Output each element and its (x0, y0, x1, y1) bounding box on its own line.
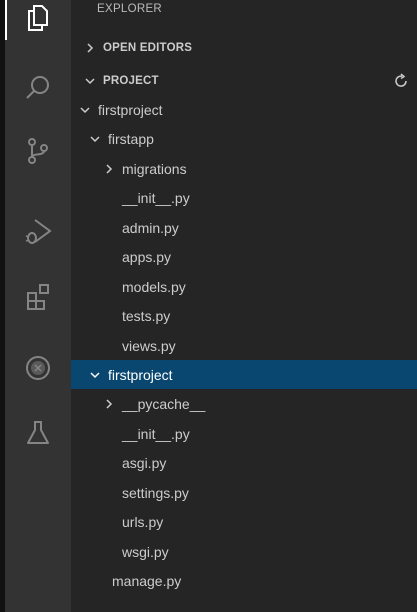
file-apps[interactable]: apps.py (71, 242, 417, 271)
file-asgi[interactable]: asgi.py (71, 448, 417, 477)
file-label: views.py (122, 337, 176, 354)
file-urls[interactable]: urls.py (71, 507, 417, 536)
file-manage[interactable]: manage.py (71, 566, 417, 595)
project-label: PROJECT (103, 74, 159, 87)
file-label: manage.py (112, 572, 182, 589)
file-admin[interactable]: admin.py (71, 213, 417, 242)
file-label: asgi.py (122, 454, 167, 471)
file-label: __init__.py (122, 189, 190, 206)
explorer-sidebar: EXPLORER OPEN EDITORS PROJECT firstproje… (71, 0, 417, 612)
file-label: wsgi.py (122, 543, 169, 560)
chevron-right-icon (102, 162, 116, 176)
file-tests[interactable]: tests.py (71, 301, 417, 330)
file-wsgi[interactable]: wsgi.py (71, 537, 417, 566)
source-control-button[interactable] (5, 129, 71, 173)
explorer-title-label: EXPLORER (97, 3, 163, 15)
folder-label: __pycache__ (122, 395, 206, 412)
folder-label: firstproject (98, 101, 163, 118)
chevron-right-icon (102, 397, 116, 411)
file-label: __init__.py (122, 425, 190, 442)
activity-bar (5, 0, 71, 612)
vscode-window: EXPLORER OPEN EDITORS PROJECT firstproje… (0, 0, 417, 612)
project-actions (385, 66, 417, 95)
file-label: tests.py (122, 307, 171, 324)
folder-pycache[interactable]: __pycache__ (71, 389, 417, 418)
folder-migrations[interactable]: migrations (71, 154, 417, 183)
file-label: apps.py (122, 248, 172, 265)
chevron-down-icon (88, 368, 102, 382)
extensions-icon (23, 282, 53, 312)
file-settings[interactable]: settings.py (71, 478, 417, 507)
file-views[interactable]: views.py (71, 331, 417, 360)
chevron-down-icon (88, 132, 102, 146)
chevron-down-icon (83, 74, 97, 88)
search-button[interactable] (5, 66, 71, 110)
chevron-right-icon (83, 41, 97, 55)
search-icon (23, 73, 53, 103)
run-debug-icon (23, 216, 53, 246)
file-label: admin.py (122, 219, 179, 236)
file-project-init[interactable]: __init__.py (71, 419, 417, 448)
remote-button[interactable] (5, 346, 71, 390)
folder-label: migrations (122, 160, 187, 177)
refresh-icon[interactable] (393, 72, 409, 89)
open-editors-section[interactable]: OPEN EDITORS (71, 33, 417, 62)
extensions-button[interactable] (5, 275, 71, 319)
folder-firstapp[interactable]: firstapp (71, 124, 417, 153)
file-label: urls.py (122, 513, 164, 530)
run-debug-button[interactable] (5, 209, 71, 253)
testing-icon (23, 418, 53, 448)
folder-firstproject-root[interactable]: firstproject (71, 95, 417, 124)
testing-button[interactable] (5, 411, 71, 455)
folder-label: firstproject (108, 366, 173, 383)
files-icon (23, 3, 53, 33)
file-label: models.py (122, 278, 186, 295)
file-label: settings.py (122, 484, 189, 501)
project-section[interactable]: PROJECT (71, 66, 417, 95)
open-editors-label: OPEN EDITORS (103, 41, 193, 54)
explorer-button[interactable] (5, 0, 71, 40)
folder-firstproject-inner[interactable]: firstproject (71, 360, 417, 389)
file-models[interactable]: models.py (71, 272, 417, 301)
remote-icon (23, 353, 53, 383)
file-firstapp-init[interactable]: __init__.py (71, 183, 417, 212)
explorer-title: EXPLORER (71, 0, 417, 22)
folder-label: firstapp (108, 130, 154, 147)
chevron-down-icon (78, 103, 92, 117)
source-control-icon (23, 136, 53, 166)
